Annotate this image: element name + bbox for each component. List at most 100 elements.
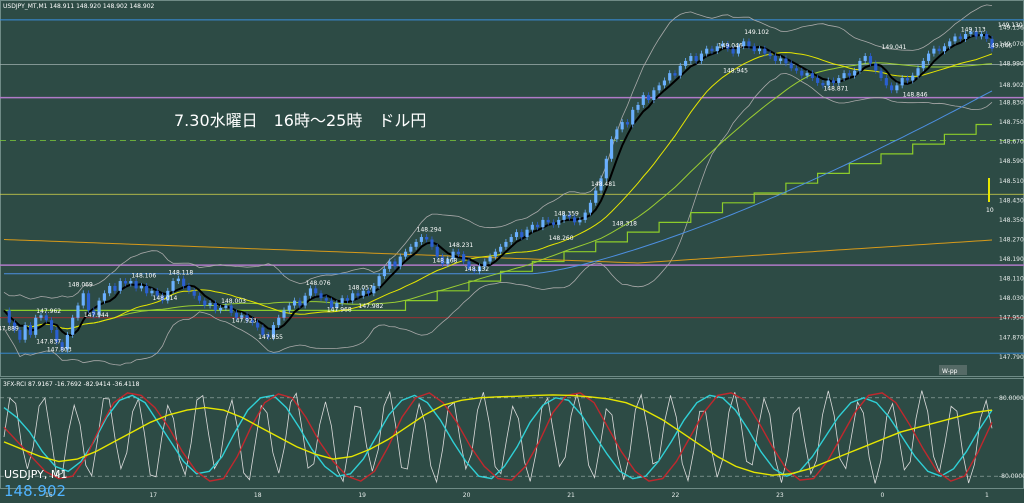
candle-body xyxy=(794,68,799,71)
candle-body xyxy=(911,75,915,81)
x-tick-label: 19 xyxy=(358,492,366,499)
price-label: 148.106 xyxy=(131,273,156,280)
candle-body xyxy=(425,237,429,240)
candle-body xyxy=(689,56,693,61)
candle-body xyxy=(44,315,48,321)
candle-body xyxy=(784,58,788,64)
candle-body xyxy=(779,58,783,61)
price-label: 148.003 xyxy=(221,298,246,305)
candle-body xyxy=(916,68,920,76)
price-label: 148.318 xyxy=(612,221,637,228)
symbol-label: USDJPY, M1 xyxy=(4,468,67,481)
candle-body xyxy=(145,285,149,294)
price-label: 148.846 xyxy=(903,92,928,99)
price-label: 148.132 xyxy=(464,266,489,273)
candle-body xyxy=(303,295,307,306)
candle-body xyxy=(905,78,910,81)
candle-body xyxy=(678,65,682,76)
candle-body xyxy=(298,300,302,306)
candle-body xyxy=(657,85,661,91)
price-label: 148.168 xyxy=(433,257,458,264)
candle-body xyxy=(530,224,534,230)
candle-body xyxy=(129,281,133,284)
candle-body xyxy=(287,305,291,311)
y-tick-label: 148.990 xyxy=(999,60,1024,67)
candle-body xyxy=(921,60,925,69)
candle-body xyxy=(625,122,630,125)
candle-body xyxy=(768,53,772,57)
price-label: 148.359 xyxy=(554,211,579,218)
candle-body xyxy=(409,246,413,252)
candle-body xyxy=(102,293,106,301)
y-tick-label: 148.902 xyxy=(999,82,1024,89)
y-tick-label: 147.870 xyxy=(999,334,1024,341)
candle-body xyxy=(277,317,281,326)
candle-body xyxy=(23,325,27,340)
candle-body xyxy=(86,293,91,311)
y-tick-label: 148.750 xyxy=(999,119,1024,126)
candle-body xyxy=(588,202,593,213)
y-tick-label: 148.110 xyxy=(999,276,1024,283)
candle-body xyxy=(388,261,392,269)
candle-body xyxy=(7,310,11,323)
candle-body xyxy=(673,73,677,76)
y-tick-label: 148.830 xyxy=(999,100,1024,107)
osc-tick-label: -80.0000 xyxy=(999,473,1024,480)
price-label: 149.102 xyxy=(744,29,769,36)
y-tick-label: 148.270 xyxy=(999,236,1024,243)
candle-body xyxy=(208,303,212,306)
candle-body xyxy=(842,73,846,79)
candle-body xyxy=(541,219,545,228)
candle-body xyxy=(435,246,439,257)
price-label: 147.944 xyxy=(84,312,109,319)
candle-body xyxy=(979,34,984,37)
price-label: 147.837 xyxy=(36,338,61,345)
candle-body xyxy=(927,53,931,61)
candle-body xyxy=(610,139,614,159)
candle-body xyxy=(430,239,434,247)
candle-body xyxy=(398,256,402,267)
candle-body xyxy=(456,251,460,255)
candle-body xyxy=(536,224,540,228)
price-label: 147.889 xyxy=(0,326,19,333)
candle-body xyxy=(805,73,809,76)
chart-window: 147.889 147.837 147.803 147.962 148.069 147.9… xyxy=(0,0,1024,503)
price-label: 148.260 xyxy=(549,235,574,242)
candle-body xyxy=(308,288,313,296)
candle-body xyxy=(382,268,386,277)
candle-body xyxy=(647,95,651,101)
candle-body xyxy=(937,48,941,52)
candle-body xyxy=(578,219,582,223)
candle-body xyxy=(858,60,862,71)
candle-body xyxy=(942,46,947,52)
y-tick-label: 148.590 xyxy=(999,158,1024,165)
candle-body xyxy=(150,290,154,294)
price-label: 148.057 xyxy=(348,285,373,292)
x-tick-label: 21 xyxy=(567,492,575,499)
candle-body xyxy=(377,276,381,286)
y-tick-label: 148.510 xyxy=(999,178,1024,185)
price-label: 148.945 xyxy=(723,67,748,74)
candle-body xyxy=(493,251,497,257)
candle-body xyxy=(620,122,624,130)
price-label: 149.046 xyxy=(718,43,743,50)
candle-body xyxy=(863,56,867,61)
candle-body xyxy=(345,298,349,301)
header-info: USDJPY_MT,M1 148.911 148.920 148.902 148… xyxy=(3,3,155,10)
candle-body xyxy=(652,90,656,101)
candle-body xyxy=(641,95,645,105)
candle-body xyxy=(197,295,202,301)
candle-body xyxy=(176,278,180,282)
candle-body xyxy=(699,53,703,61)
x-tick-label: 20 xyxy=(463,492,471,499)
candle-body xyxy=(551,222,556,225)
candle-body xyxy=(837,78,841,83)
price-label: 147.855 xyxy=(258,334,283,341)
price-chart: 147.889 147.837 147.803 147.962 148.069 147.9… xyxy=(0,0,1024,503)
candle-body xyxy=(76,305,80,318)
candle-body xyxy=(831,80,836,83)
price-label: 147.803 xyxy=(47,347,72,354)
candle-body xyxy=(631,109,635,125)
y-tick-label: 148.350 xyxy=(999,217,1024,224)
candle-body xyxy=(81,293,85,306)
